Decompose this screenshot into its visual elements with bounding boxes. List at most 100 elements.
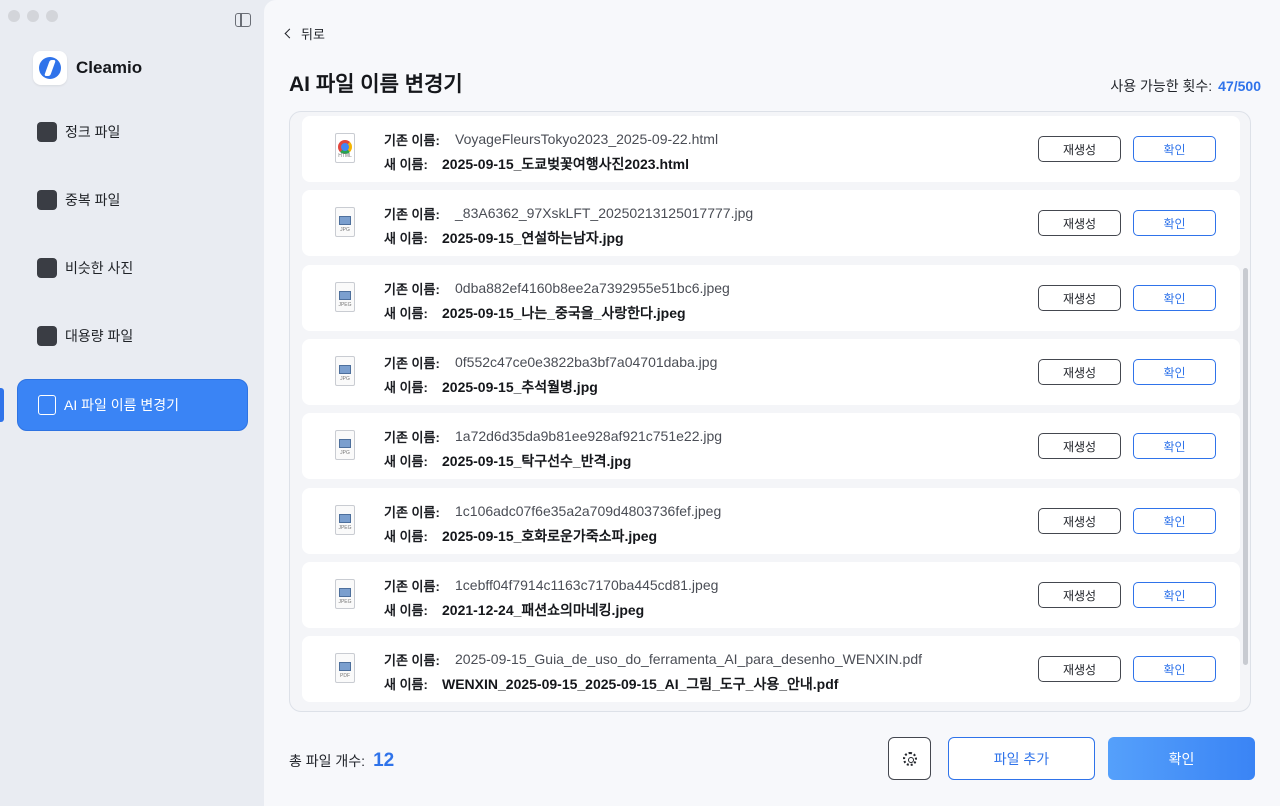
storage-icon <box>37 326 57 346</box>
scrollbar[interactable] <box>1243 268 1248 665</box>
regenerate-button[interactable]: 재생성 <box>1038 433 1121 459</box>
confirm-button[interactable]: 확인 <box>1133 433 1216 459</box>
window-controls <box>8 10 58 22</box>
back-label: 뒤로 <box>301 27 325 42</box>
usage-quota: 사용 가능한 횟수: 47/500 <box>1110 76 1261 96</box>
old-name-label: 기존 이름: <box>384 579 440 594</box>
new-name-value[interactable]: 2025-09-15_연설하는남자.jpg <box>442 228 624 248</box>
new-name-value[interactable]: 2025-09-15_추석월병.jpg <box>442 377 598 397</box>
app-logo <box>33 51 67 85</box>
folder-icon <box>37 190 57 210</box>
file-thumbnail-shape <box>339 439 351 448</box>
gear-icon <box>902 751 917 766</box>
new-name-value[interactable]: 2025-09-15_탁구선수_반격.jpg <box>442 451 631 471</box>
sidebar-toggle-icon[interactable] <box>235 13 251 27</box>
old-name-value: VoyageFleursTokyo2023_2025-09-22.html <box>455 131 719 147</box>
old-name-value: 0f552c47ce0e3822ba3bf7a04701daba.jpg <box>455 354 718 370</box>
sidebar-item-similar-photos[interactable]: 비슷한 사진 <box>17 242 248 294</box>
old-name-label: 기존 이름: <box>384 282 440 297</box>
total-label: 총 파일 개수: <box>289 753 366 769</box>
old-name-label: 기존 이름: <box>384 505 440 520</box>
file-ext-label: HTML <box>338 153 352 159</box>
new-name-value[interactable]: WENXIN_2025-09-15_2025-09-15_AI_그림_도구_사용… <box>442 674 838 694</box>
file-thumbnail-shape <box>338 140 352 154</box>
file-ext-label: JPEG <box>338 302 352 308</box>
confirm-button[interactable]: 확인 <box>1133 136 1216 162</box>
regenerate-button[interactable]: 재생성 <box>1038 210 1121 236</box>
regenerate-button[interactable]: 재생성 <box>1038 582 1121 608</box>
sidebar-item-junk-files[interactable]: 정크 파일 <box>17 106 248 158</box>
broom-icon <box>37 122 57 142</box>
zoom-window-button[interactable] <box>46 10 58 22</box>
sidebar-item-label: 중복 파일 <box>65 192 121 208</box>
minimize-window-button[interactable] <box>27 10 39 22</box>
confirm-button[interactable]: 확인 <box>1133 656 1216 682</box>
new-name-value[interactable]: 2025-09-15_나는_중국을_사랑한다.jpeg <box>442 303 686 323</box>
file-row: JPEG 기존 이름: 1c106adc07f6e35a2a709d4803736f… <box>302 488 1240 554</box>
regenerate-button[interactable]: 재생성 <box>1038 285 1121 311</box>
old-name-label: 기존 이름: <box>384 133 440 148</box>
total-count: 12 <box>373 750 395 771</box>
confirm-button[interactable]: 확인 <box>1133 285 1216 311</box>
page-title: AI 파일 이름 변경기 <box>289 73 463 96</box>
old-name-value: 0dba882ef4160b8ee2a7392955e51bc6.jpeg <box>455 280 730 296</box>
confirm-button[interactable]: 확인 <box>1133 582 1216 608</box>
sidebar-item-label: AI 파일 이름 변경기 <box>64 397 180 413</box>
file-ext-label: JPG <box>340 376 350 382</box>
new-name-value[interactable]: 2025-09-15_호화로운가죽소파.jpeg <box>442 526 657 546</box>
old-name-value: 1a72d6d35da9b81ee928af921c751e22.jpg <box>455 428 723 444</box>
confirm-button[interactable]: 확인 <box>1133 210 1216 236</box>
old-name-label: 기존 이름: <box>384 653 440 668</box>
file-row: HTML 기존 이름: VoyageFleursTokyo2023_2025-09-… <box>302 116 1240 182</box>
new-name-value[interactable]: 2025-09-15_도쿄벚꽃여행사진2023.html <box>442 154 689 174</box>
close-window-button[interactable] <box>8 10 20 22</box>
file-thumbnail-shape <box>339 365 351 374</box>
quota-label: 사용 가능한 횟수: <box>1110 78 1213 94</box>
chevron-left-icon <box>284 28 295 39</box>
quota-value: 47/500 <box>1218 78 1261 94</box>
confirm-button[interactable]: 확인 <box>1133 508 1216 534</box>
file-edit-icon <box>38 395 56 415</box>
file-row: JPEG 기존 이름: 1cebff04f7914c1163c7170ba445cd… <box>302 562 1240 628</box>
jpeg-file-icon: JPEG <box>332 505 358 537</box>
old-name-label: 기존 이름: <box>384 430 440 445</box>
jpg-file-icon: JPG <box>332 430 358 462</box>
new-name-label: 새 이름: <box>384 380 428 395</box>
confirm-all-button[interactable]: 확인 <box>1108 737 1255 780</box>
regenerate-button[interactable]: 재생성 <box>1038 508 1121 534</box>
add-file-button[interactable]: 파일 추가 <box>948 737 1095 780</box>
old-name-value: 1cebff04f7914c1163c7170ba445cd81.jpeg <box>455 577 719 593</box>
confirm-button[interactable]: 확인 <box>1133 359 1216 385</box>
logo-mark-icon <box>39 57 61 79</box>
file-thumbnail-shape <box>339 291 351 300</box>
new-name-label: 새 이름: <box>384 454 428 469</box>
regenerate-button[interactable]: 재생성 <box>1038 656 1121 682</box>
file-ext-label: JPG <box>340 450 350 456</box>
file-ext-label: JPEG <box>338 525 352 531</box>
sidebar-item-label: 정크 파일 <box>65 124 121 140</box>
file-ext-label: PDF <box>340 673 350 679</box>
sidebar-item-duplicate-files[interactable]: 중복 파일 <box>17 174 248 226</box>
jpg-file-icon: JPG <box>332 356 358 388</box>
sidebar-item-large-files[interactable]: 대용량 파일 <box>17 310 248 362</box>
pdf-file-icon: PDF <box>332 653 358 685</box>
regenerate-button[interactable]: 재생성 <box>1038 136 1121 162</box>
jpeg-file-icon: JPEG <box>332 282 358 314</box>
file-row: PDF 기존 이름: 2025-09-15_Guia_de_uso_do_ferra… <box>302 636 1240 702</box>
file-row: JPG 기존 이름: 1a72d6d35da9b81ee928af921c751e2… <box>302 413 1240 479</box>
back-button[interactable]: 뒤로 <box>284 24 325 43</box>
new-name-value[interactable]: 2021-12-24_패션쇼의마네킹.jpeg <box>442 600 644 620</box>
file-row: JPG 기존 이름: 0f552c47ce0e3822ba3bf7a04701dab… <box>302 339 1240 405</box>
file-ext-label: JPEG <box>338 599 352 605</box>
file-ext-label: JPG <box>340 227 350 233</box>
sidebar-item-ai-renamer[interactable]: AI 파일 이름 변경기 <box>17 379 248 431</box>
file-thumbnail-shape <box>339 662 351 671</box>
file-thumbnail-shape <box>339 514 351 523</box>
html-file-icon: HTML <box>332 133 358 165</box>
regenerate-button[interactable]: 재생성 <box>1038 359 1121 385</box>
old-name-value: 1c106adc07f6e35a2a709d4803736fef.jpeg <box>455 503 722 519</box>
old-name-label: 기존 이름: <box>384 207 440 222</box>
file-list[interactable]: HTML 기존 이름: VoyageFleursTokyo2023_2025-09-… <box>289 111 1251 712</box>
active-indicator <box>0 388 4 422</box>
settings-button[interactable] <box>888 737 931 780</box>
